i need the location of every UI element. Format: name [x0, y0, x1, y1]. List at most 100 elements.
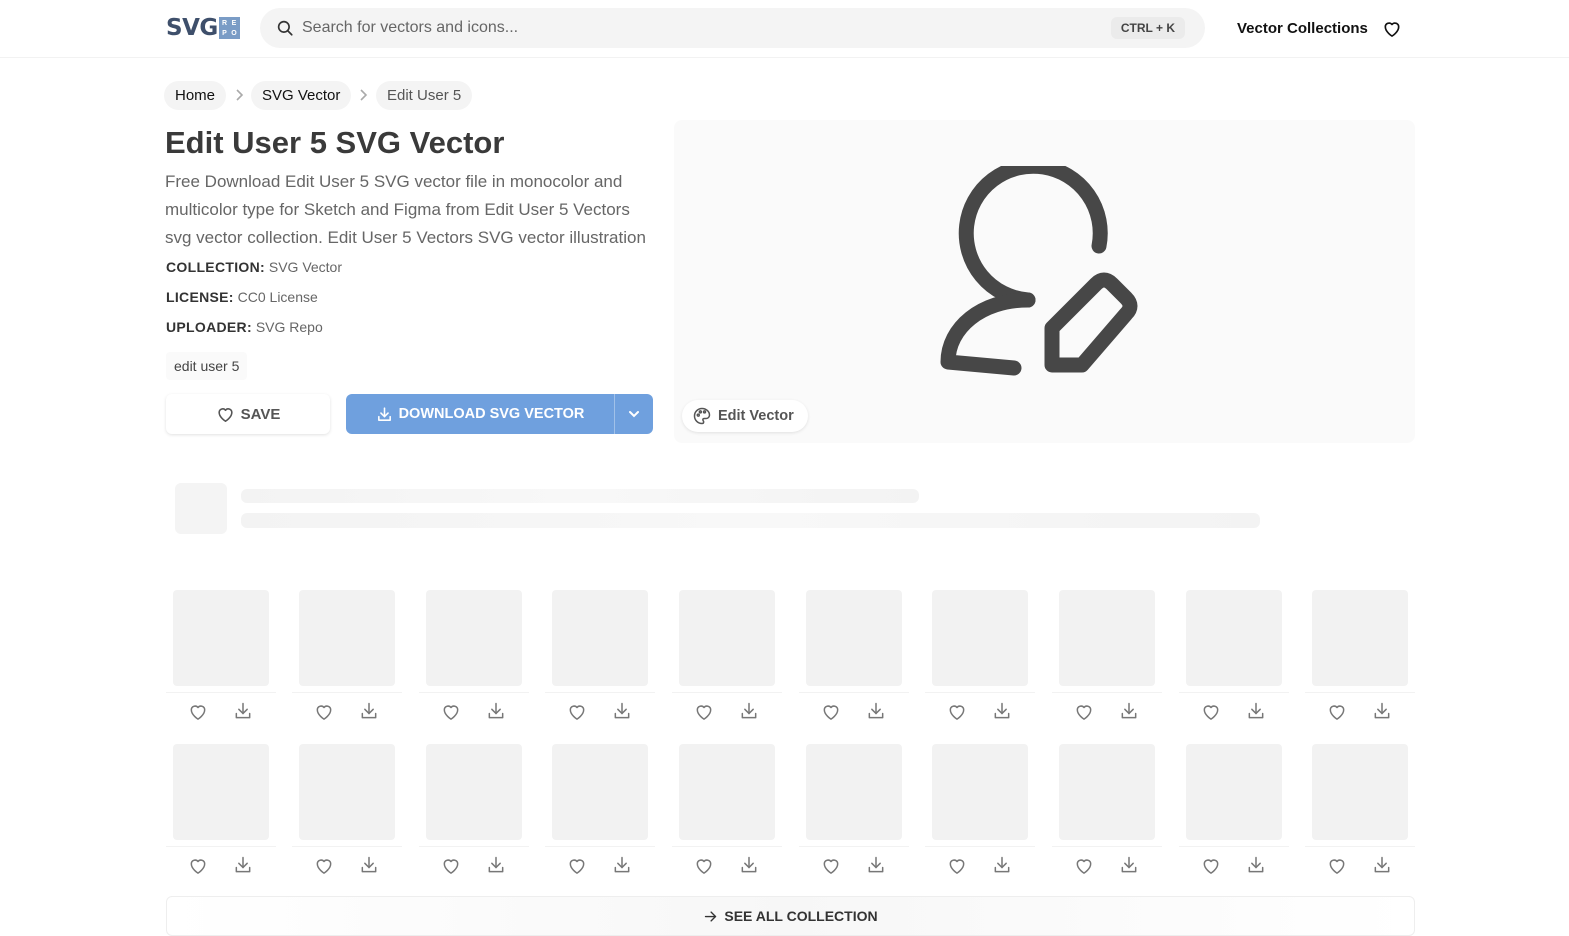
heart-icon[interactable] [1074, 856, 1094, 876]
download-icon[interactable] [1372, 701, 1392, 721]
download-icon[interactable] [1119, 855, 1139, 875]
icon-card[interactable] [1179, 584, 1289, 724]
download-icon[interactable] [1246, 701, 1266, 721]
heart-icon[interactable] [441, 702, 461, 722]
see-all-collection-button[interactable]: SEE ALL COLLECTION [166, 896, 1415, 936]
heart-icon[interactable] [821, 856, 841, 876]
vector-collections-link[interactable]: Vector Collections [1237, 20, 1368, 37]
heart-icon[interactable] [947, 856, 967, 876]
icon-thumbnail-placeholder[interactable] [1059, 590, 1155, 686]
heart-icon[interactable] [567, 702, 587, 722]
meta-uploader-link[interactable]: SVG Repo [256, 319, 323, 335]
icon-thumbnail-placeholder[interactable] [679, 590, 775, 686]
icon-thumbnail-placeholder[interactable] [1186, 744, 1282, 840]
download-icon[interactable] [359, 855, 379, 875]
icon-card[interactable] [1305, 738, 1415, 878]
icon-thumbnail-placeholder[interactable] [806, 744, 902, 840]
icon-card[interactable] [1052, 738, 1162, 878]
tag-chip[interactable]: edit user 5 [166, 352, 248, 380]
download-icon[interactable] [233, 855, 253, 875]
icon-card[interactable] [166, 738, 276, 878]
icon-card[interactable] [672, 738, 782, 878]
icon-thumbnail-placeholder[interactable] [299, 590, 395, 686]
icon-card[interactable] [925, 584, 1035, 724]
download-icon[interactable] [739, 701, 759, 721]
icon-card[interactable] [1305, 584, 1415, 724]
save-button[interactable]: SAVE [166, 394, 330, 434]
icon-thumbnail-placeholder[interactable] [426, 744, 522, 840]
icon-card[interactable] [166, 584, 276, 724]
heart-icon[interactable] [1382, 19, 1402, 39]
icon-card[interactable] [925, 738, 1035, 878]
download-icon[interactable] [1246, 855, 1266, 875]
icon-thumbnail-placeholder[interactable] [1186, 590, 1282, 686]
download-icon[interactable] [612, 855, 632, 875]
download-icon [377, 406, 391, 421]
heart-icon[interactable] [947, 702, 967, 722]
heart-icon[interactable] [1327, 702, 1347, 722]
edit-vector-button[interactable]: Edit Vector [682, 400, 808, 432]
divider [799, 846, 909, 847]
breadcrumb-svg-vector[interactable]: SVG Vector [251, 81, 352, 110]
heart-icon[interactable] [1201, 702, 1221, 722]
icon-thumbnail-placeholder[interactable] [552, 744, 648, 840]
download-icon[interactable] [739, 855, 759, 875]
heart-icon[interactable] [694, 856, 714, 876]
download-icon[interactable] [359, 701, 379, 721]
icon-card[interactable] [1052, 584, 1162, 724]
icon-card[interactable] [419, 584, 529, 724]
icon-thumbnail-placeholder[interactable] [679, 744, 775, 840]
icon-card[interactable] [545, 738, 655, 878]
icon-thumbnail-placeholder[interactable] [426, 590, 522, 686]
svgrepo-logo[interactable]: SVG R E P O [166, 15, 240, 41]
download-icon[interactable] [1119, 701, 1139, 721]
heart-icon[interactable] [1201, 856, 1221, 876]
icon-thumbnail-placeholder[interactable] [552, 590, 648, 686]
icon-card[interactable] [292, 738, 402, 878]
heart-icon[interactable] [567, 856, 587, 876]
icon-thumbnail-placeholder[interactable] [173, 590, 269, 686]
icon-card[interactable] [545, 584, 655, 724]
search-bar[interactable]: CTRL + K [260, 8, 1205, 48]
download-svg-button[interactable]: DOWNLOAD SVG VECTOR [346, 394, 614, 434]
download-icon[interactable] [486, 701, 506, 721]
download-icon[interactable] [612, 701, 632, 721]
heart-icon[interactable] [1327, 856, 1347, 876]
meta-label: LICENSE: [166, 289, 234, 305]
icon-card[interactable] [799, 584, 909, 724]
icon-thumbnail-placeholder[interactable] [1059, 744, 1155, 840]
icon-thumbnail-placeholder[interactable] [1312, 744, 1408, 840]
download-icon[interactable] [1372, 855, 1392, 875]
heart-icon[interactable] [188, 856, 208, 876]
meta-collection-link[interactable]: SVG Vector [269, 259, 342, 275]
heart-icon[interactable] [1074, 702, 1094, 722]
download-icon[interactable] [992, 701, 1012, 721]
icon-card[interactable] [799, 738, 909, 878]
breadcrumb-home[interactable]: Home [164, 81, 227, 110]
download-icon[interactable] [992, 855, 1012, 875]
icon-thumbnail-placeholder[interactable] [932, 590, 1028, 686]
logo-letter: P [222, 29, 227, 37]
heart-icon[interactable] [314, 702, 334, 722]
search-input[interactable] [302, 8, 1082, 48]
icon-thumbnail-placeholder[interactable] [299, 744, 395, 840]
icon-thumbnail-placeholder[interactable] [173, 744, 269, 840]
icon-card[interactable] [672, 584, 782, 724]
icon-card[interactable] [1179, 738, 1289, 878]
heart-icon[interactable] [821, 702, 841, 722]
icon-card[interactable] [419, 738, 529, 878]
heart-icon[interactable] [441, 856, 461, 876]
heart-icon[interactable] [188, 702, 208, 722]
download-options-button[interactable] [615, 394, 653, 434]
heart-icon[interactable] [314, 856, 334, 876]
download-icon[interactable] [233, 701, 253, 721]
icon-thumbnail-placeholder[interactable] [1312, 590, 1408, 686]
heart-icon[interactable] [694, 702, 714, 722]
download-icon[interactable] [866, 855, 886, 875]
meta-license-link[interactable]: CC0 License [238, 289, 318, 305]
icon-card[interactable] [292, 584, 402, 724]
download-icon[interactable] [866, 701, 886, 721]
icon-thumbnail-placeholder[interactable] [932, 744, 1028, 840]
icon-thumbnail-placeholder[interactable] [806, 590, 902, 686]
download-icon[interactable] [486, 855, 506, 875]
